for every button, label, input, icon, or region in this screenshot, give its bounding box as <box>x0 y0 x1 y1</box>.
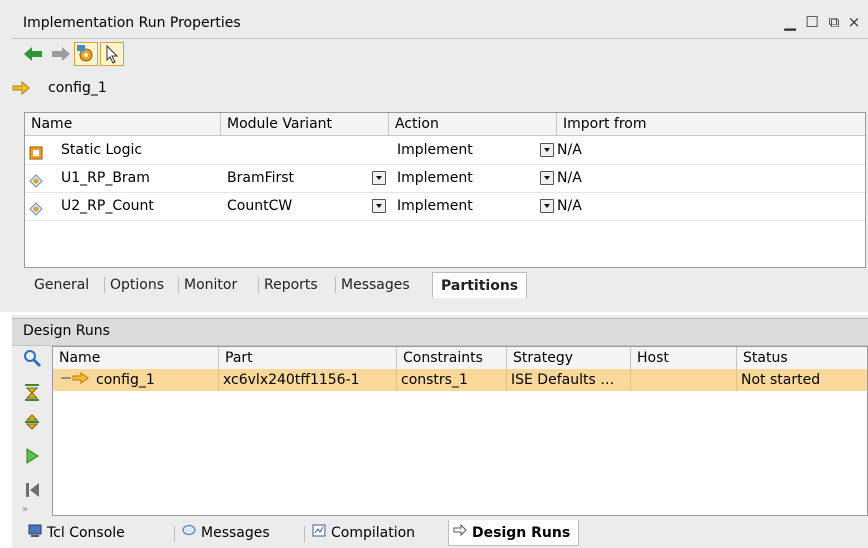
column-header-action[interactable]: Action <box>389 113 557 135</box>
table-row[interactable]: U2_RP_Count CountCW Implement N/A <box>25 192 865 221</box>
tab-separator <box>178 277 179 293</box>
action-value[interactable]: Implement <box>397 136 473 164</box>
partition-icon <box>29 198 43 216</box>
module-variant[interactable]: BramFirst <box>227 164 294 192</box>
tab-reports[interactable]: Reports <box>264 272 318 298</box>
action-value[interactable]: Implement <box>397 192 473 220</box>
column-header-host[interactable]: Host <box>631 347 737 369</box>
design-runs-title: Design Runs <box>23 323 110 339</box>
import-from-value: N/A <box>557 142 582 158</box>
variant-dropdown-icon[interactable] <box>372 199 386 213</box>
forward-arrow-icon[interactable] <box>50 42 74 66</box>
launch-run-icon[interactable] <box>22 446 42 466</box>
tab-messages[interactable]: Messages <box>341 272 410 298</box>
column-header-module-variant[interactable]: Module Variant <box>221 113 389 135</box>
collapse-all-icon[interactable] <box>22 382 42 402</box>
table-header: Name Module Variant Action Import from <box>25 113 865 136</box>
properties-tabs: General Options Monitor Reports Messages… <box>24 272 866 298</box>
part-cell: xc6vlx240tff1156-1 <box>219 369 397 391</box>
module-variant[interactable]: CountCW <box>227 192 292 220</box>
strategy-cell: ISE Defaults … <box>507 369 631 391</box>
console-tabs: Tcl Console Messages Compilation Design … <box>12 518 868 548</box>
design-runs-title-bar: Design Runs <box>12 318 868 346</box>
properties-toolbar <box>12 40 412 70</box>
select-pointer-icon[interactable] <box>100 42 124 66</box>
table-row[interactable]: config_1 xc6vlx240tff1156-1 constrs_1 IS… <box>53 369 867 391</box>
action-dropdown-icon[interactable] <box>540 143 554 157</box>
tab-separator <box>258 277 259 293</box>
column-header-import-from[interactable]: Import from <box>557 113 865 135</box>
panel-title: Implementation Run Properties <box>23 15 241 31</box>
design-runs-side-toolbar: » <box>12 346 52 518</box>
column-header-name[interactable]: Name <box>25 113 221 135</box>
compilation-icon <box>312 520 326 546</box>
tab-general[interactable]: General <box>34 272 89 298</box>
action-dropdown-icon[interactable] <box>540 199 554 213</box>
column-header-status[interactable]: Status <box>737 347 867 369</box>
run-arrow-icon <box>61 369 91 391</box>
tab-separator <box>335 277 336 293</box>
maximize-icon[interactable]: ☐ <box>802 12 822 32</box>
table-header: Name Part Constraints Strategy Host Stat… <box>53 347 867 370</box>
tab-separator <box>174 526 175 542</box>
run-name: config_1 <box>96 372 155 388</box>
tab-separator <box>304 526 305 542</box>
partition-name: U2_RP_Count <box>61 198 154 214</box>
panel-title-bar: Implementation Run Properties ▁ ☐ ⧉ × <box>12 8 868 39</box>
constraints-cell: constrs_1 <box>397 369 507 391</box>
run-name-row: config_1 <box>12 78 312 100</box>
back-arrow-icon[interactable] <box>22 42 46 66</box>
speech-bubble-icon <box>182 520 196 546</box>
console-icon <box>28 520 42 546</box>
search-icon[interactable] <box>22 348 42 368</box>
import-from-value: N/A <box>557 198 582 214</box>
column-header-constraints[interactable]: Constraints <box>397 347 507 369</box>
partitions-table: Name Module Variant Action Import from S… <box>24 112 866 268</box>
host-cell <box>631 369 737 391</box>
partition-name: Static Logic <box>61 142 143 158</box>
column-header-name[interactable]: Name <box>53 347 219 369</box>
reset-run-icon[interactable] <box>22 480 42 500</box>
tab-messages-console[interactable]: Messages <box>182 520 270 546</box>
static-logic-icon <box>29 142 43 160</box>
action-dropdown-icon[interactable] <box>540 171 554 185</box>
column-header-strategy[interactable]: Strategy <box>507 347 631 369</box>
action-value[interactable]: Implement <box>397 164 473 192</box>
expand-all-icon[interactable] <box>22 412 42 432</box>
table-row[interactable]: U1_RP_Bram BramFirst Implement N/A <box>25 164 865 193</box>
partition-name: U1_RP_Bram <box>61 170 150 186</box>
tab-design-runs[interactable]: Design Runs <box>448 520 580 546</box>
tab-tcl-console[interactable]: Tcl Console <box>28 520 125 546</box>
run-arrow-icon <box>12 80 30 99</box>
variant-dropdown-icon[interactable] <box>372 171 386 185</box>
float-icon[interactable]: ⧉ <box>824 12 844 32</box>
tab-options[interactable]: Options <box>110 272 164 298</box>
run-name-cell: config_1 <box>53 369 219 391</box>
tab-monitor[interactable]: Monitor <box>184 272 237 298</box>
minimize-icon[interactable]: ▁ <box>780 12 800 32</box>
close-icon[interactable]: × <box>844 12 864 32</box>
tab-compilation[interactable]: Compilation <box>312 520 415 546</box>
partition-icon <box>29 170 43 188</box>
tab-separator <box>104 277 105 293</box>
tab-partitions[interactable]: Partitions <box>432 272 528 298</box>
column-header-part[interactable]: Part <box>219 347 397 369</box>
auto-update-icon[interactable] <box>74 42 98 66</box>
design-runs-icon <box>453 520 467 546</box>
design-runs-table: Name Part Constraints Strategy Host Stat… <box>52 346 868 516</box>
import-from-value: N/A <box>557 170 582 186</box>
status-cell: Not started <box>741 372 821 388</box>
run-name: config_1 <box>48 80 107 96</box>
table-row[interactable]: Static Logic Implement N/A <box>25 136 865 165</box>
